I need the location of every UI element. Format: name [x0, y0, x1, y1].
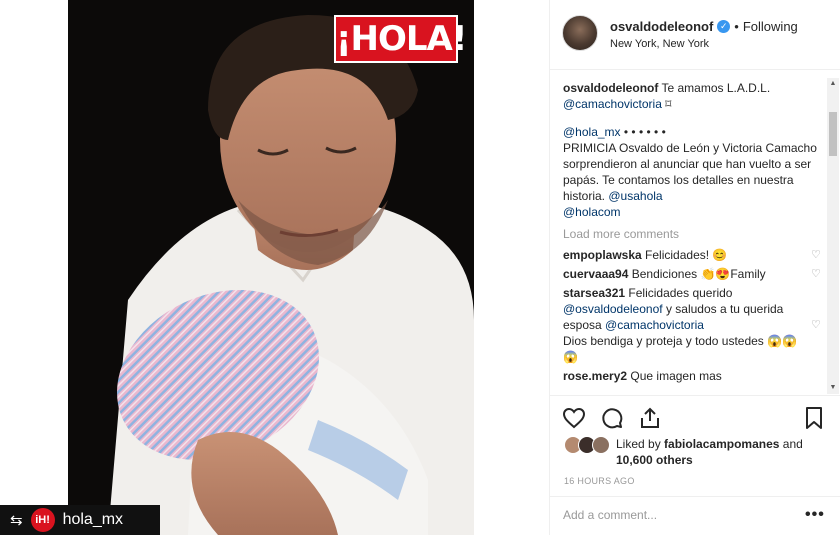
likes-and: and [782, 437, 803, 451]
header-username[interactable]: osvaldodeleonof [610, 19, 713, 34]
repost-handle-link[interactable]: @hola_mx [563, 125, 621, 139]
photo-illustration [68, 0, 474, 535]
comment-username[interactable]: starsea321 [563, 286, 625, 300]
comment-text: Bendiciones 👏😍Family [631, 267, 766, 281]
verified-badge-icon: ✓ [717, 20, 731, 33]
share-icon[interactable] [638, 406, 662, 430]
repost-dots: • • • • • • [623, 125, 666, 139]
repost-handle: hola_mx [62, 511, 124, 528]
hola-small-logo: iH! [30, 508, 55, 532]
likes-prefix: Liked by [616, 437, 661, 451]
header-user-line: osvaldodeleonof ✓ • Following [610, 19, 798, 34]
comments-scrollbar[interactable]: ▲ ▼ [827, 78, 839, 394]
repost-bar: ⇆ iH! hola_mx [0, 505, 160, 535]
heart-icon[interactable]: ♡ [811, 249, 823, 261]
heart-icon[interactable] [562, 406, 586, 430]
location-link[interactable]: New York, New York [610, 38, 709, 50]
post-header: osvaldodeleonof ✓ • Following New York, … [550, 0, 840, 70]
caption-emoji: ⌑ [665, 97, 672, 111]
comment-text: Dios bendiga y proteja y todo ustedes 😱😱… [563, 334, 798, 364]
caption-mention[interactable]: @camachovictoria [563, 97, 662, 111]
comment-item: cuervaaa94 Bendiciones 👏😍Family ♡ [563, 266, 823, 282]
bookmark-icon[interactable] [802, 406, 826, 430]
separator-dot: • [734, 19, 739, 34]
caption-text: Te amamos L.A.D.L. [661, 81, 771, 95]
comment-text: Felicidades querido [628, 286, 733, 300]
heart-icon[interactable]: ♡ [811, 319, 823, 331]
comment-mention[interactable]: @osvaldodeleonof [563, 302, 663, 316]
hola-logo: ¡HOLA! [334, 15, 467, 63]
liker-username[interactable]: fabiolacampomanes [664, 437, 779, 451]
comment-username[interactable]: cuervaaa94 [563, 267, 628, 281]
add-comment-input[interactable] [563, 508, 783, 522]
post-side-panel: osvaldodeleonof ✓ • Following New York, … [549, 0, 840, 535]
following-button[interactable]: Following [743, 19, 798, 34]
repost-body: PRIMICIA Osvaldo de León y Victoria Cama… [563, 141, 817, 203]
scroll-down-arrow-icon[interactable]: ▼ [827, 382, 839, 394]
mention-holacom[interactable]: @holacom [563, 205, 621, 219]
comment-username[interactable]: empoplawska [563, 248, 642, 262]
more-options-icon[interactable]: ••• [805, 506, 825, 524]
comment-text: Felicidades! 😊 [645, 248, 728, 262]
post-photo[interactable] [68, 0, 474, 535]
likes-count[interactable]: 10,600 others [616, 453, 693, 467]
caption-username[interactable]: osvaldodeleonof [563, 81, 658, 95]
likes-text: Liked by fabiolacampomanes and 10,600 ot… [616, 436, 803, 468]
comment-item: rose.mery2 Que imagen mas [563, 368, 823, 384]
liker-avatars [564, 436, 610, 454]
comment-icon[interactable] [600, 406, 624, 430]
add-comment-bar: ••• [550, 496, 840, 535]
left-margin [0, 0, 68, 535]
scroll-thumb[interactable] [829, 112, 837, 156]
comment-item: empoplawska Felicidades! 😊 ♡ [563, 247, 823, 263]
post-actions: Liked by fabiolacampomanes and 10,600 ot… [550, 395, 840, 486]
post-timestamp[interactable]: 16 HOURS AGO [564, 476, 635, 486]
comment-mention[interactable]: @camachovictoria [605, 318, 704, 332]
comment-text: Que imagen mas [630, 369, 722, 383]
comment-username[interactable]: rose.mery2 [563, 369, 627, 383]
post-caption: osvaldodeleonof Te amamos L.A.D.L. @cama… [563, 80, 823, 112]
load-more-comments-button[interactable]: Load more comments [563, 226, 823, 242]
mention-usahola[interactable]: @usahola [608, 189, 662, 203]
comments-list: osvaldodeleonof Te amamos L.A.D.L. @cama… [563, 80, 823, 392]
avatar[interactable] [592, 436, 610, 454]
action-icons [562, 406, 662, 430]
heart-icon[interactable]: ♡ [811, 268, 823, 280]
avatar[interactable] [562, 15, 598, 51]
scroll-up-arrow-icon[interactable]: ▲ [827, 78, 839, 90]
comment-item: starsea321 Felicidades querido @osvaldod… [563, 285, 823, 365]
repost-caption: @hola_mx • • • • • • PRIMICIA Osvaldo de… [563, 124, 823, 220]
repost-icon: ⇆ [10, 512, 23, 529]
likes-summary: Liked by fabiolacampomanes and 10,600 ot… [564, 436, 803, 468]
